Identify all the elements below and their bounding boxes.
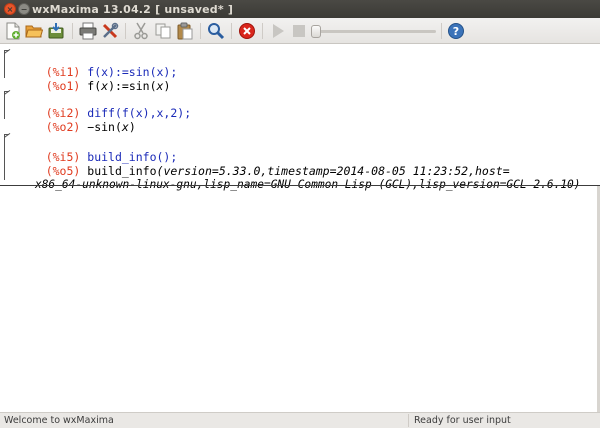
status-bar: Welcome to wxMaxima Ready for user input — [0, 412, 600, 428]
toolbar-separator — [262, 23, 263, 39]
status-message: Welcome to wxMaxima — [4, 415, 114, 426]
status-separator — [408, 414, 409, 427]
open-button[interactable] — [25, 22, 43, 40]
stop-icon — [293, 25, 305, 37]
worksheet[interactable]: (%i1) f(x):=sin(x); (%o1) f(x):=sin(x) (… — [0, 45, 600, 191]
print-icon — [79, 22, 97, 40]
close-window-button[interactable]: × — [4, 3, 16, 15]
output-text: f(x):=sin(x) — [87, 79, 170, 93]
help-icon: ? — [448, 23, 464, 39]
output-fragment: ):=sin( — [108, 79, 157, 93]
window-title: wxMaxima 13.04.2 [ unsaved* ] — [32, 2, 234, 16]
interrupt-button[interactable] — [238, 22, 256, 40]
interrupt-icon — [239, 23, 255, 39]
output-label: (%o2) — [45, 120, 81, 134]
status-state: Ready for user input — [414, 415, 511, 426]
print-button[interactable] — [79, 22, 97, 40]
output-label: (%o1) — [45, 79, 81, 93]
output-text: −sin(x) — [87, 120, 136, 134]
play-icon — [273, 24, 284, 38]
paste-icon — [177, 22, 193, 40]
svg-text:?: ? — [453, 25, 459, 38]
toolbar-separator — [200, 23, 201, 39]
stop-button[interactable] — [290, 22, 308, 40]
copy-button[interactable] — [154, 22, 172, 40]
save-icon — [48, 23, 64, 39]
new-document-icon — [6, 22, 20, 40]
worksheet-end-line — [0, 185, 600, 186]
animation-slider-track[interactable] — [318, 30, 436, 33]
cut-icon — [134, 22, 148, 40]
toolbar-separator — [231, 23, 232, 39]
find-icon — [208, 23, 225, 40]
preferences-icon — [102, 22, 119, 39]
cell-bracket[interactable] — [4, 91, 9, 119]
toolbar-separator — [125, 23, 126, 39]
paste-button[interactable] — [176, 22, 194, 40]
open-folder-icon — [25, 25, 43, 38]
toolbar-separator — [72, 23, 73, 39]
copy-icon — [155, 23, 171, 39]
output-fragment: ) — [128, 120, 136, 134]
output-fragment: f( — [87, 79, 102, 93]
preferences-button[interactable] — [101, 22, 119, 40]
new-document-button[interactable] — [4, 22, 22, 40]
help-button[interactable]: ? — [447, 22, 465, 40]
toolbar-separator — [441, 23, 442, 39]
animation-slider-handle[interactable] — [311, 25, 321, 38]
cut-button[interactable] — [132, 22, 150, 40]
cell-bracket[interactable] — [4, 50, 9, 78]
minimize-icon: − — [20, 4, 28, 14]
title-bar: × − wxMaxima 13.04.2 [ unsaved* ] — [0, 0, 600, 18]
output-fragment: ) — [163, 79, 171, 93]
find-button[interactable] — [207, 22, 225, 40]
toolbar: ? — [0, 18, 600, 44]
minimize-window-button[interactable]: − — [18, 3, 30, 15]
play-button[interactable] — [269, 22, 287, 40]
output-fragment: −sin( — [87, 120, 122, 134]
output-variable: x — [121, 120, 129, 134]
save-button[interactable] — [47, 22, 65, 40]
close-icon: × — [6, 4, 14, 14]
